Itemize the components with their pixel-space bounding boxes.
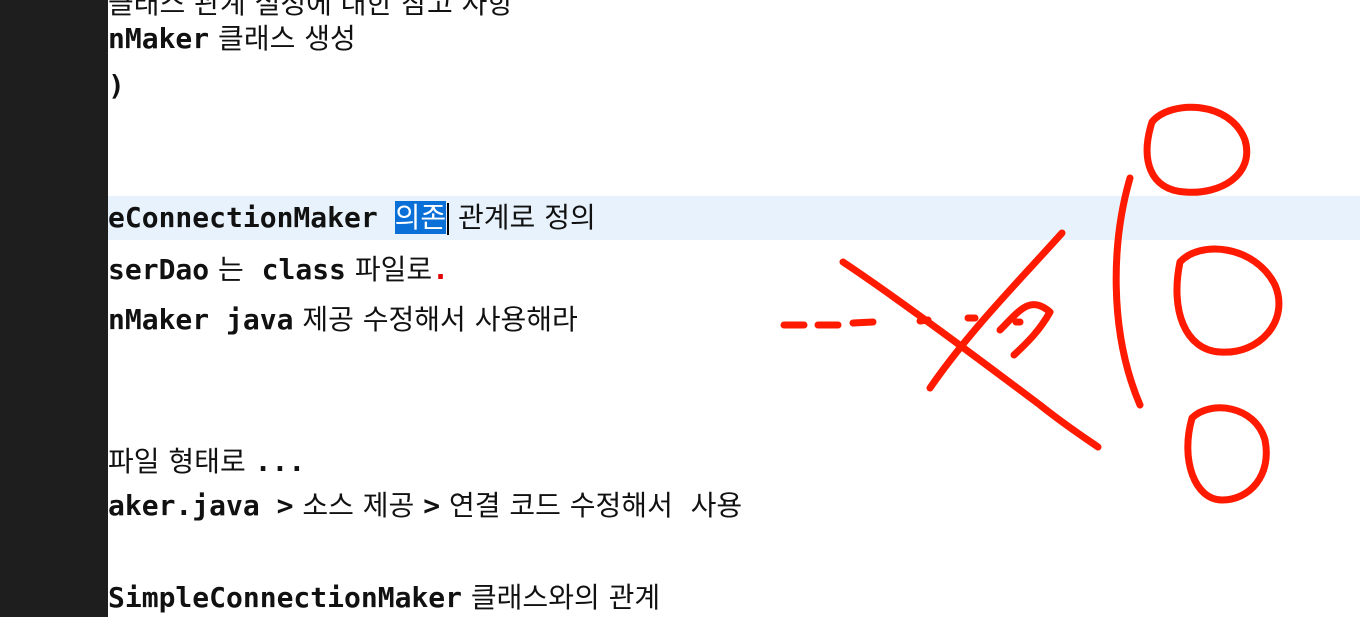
- line-code: ...: [254, 445, 306, 478]
- editor-line[interactable]: aker.java > 소스 제공 > 연결 코드 수정해서 사용: [108, 484, 1360, 528]
- editor-line[interactable]: serDao 는 class 파일로.: [108, 248, 1360, 292]
- line-code: nMaker: [108, 22, 210, 55]
- editor-line[interactable]: nMaker java 제공 수정해서 사용해라: [108, 298, 1360, 342]
- line-text: 파일로: [345, 253, 433, 286]
- selected-text[interactable]: 의존: [394, 201, 447, 234]
- line-code: class: [261, 253, 346, 286]
- line-text: 제공 수정해서 사용해라: [293, 303, 578, 336]
- line-text: 관계로 정의: [449, 201, 596, 234]
- line-code: >: [423, 489, 441, 522]
- editor-line[interactable]: ): [108, 64, 1360, 108]
- editor-line[interactable]: nMaker 클래스 생성: [108, 17, 1360, 61]
- editor-line[interactable]: 파일 형태로 ...: [108, 440, 1360, 484]
- line-text: 연결 코드 수정해서 사용: [440, 489, 743, 522]
- red-dot: .: [432, 253, 449, 286]
- line-text: 클래스와의 관계: [462, 581, 661, 614]
- editor-line[interactable]: SimpleConnectionMaker 클래스와의 관계: [108, 576, 1360, 617]
- line-code: nMaker java: [108, 303, 294, 336]
- line-text: 는: [209, 253, 262, 286]
- line-text: 소스 제공: [293, 489, 424, 522]
- line-code: eConnectionMaker: [108, 201, 378, 234]
- line-code: serDao: [108, 253, 210, 286]
- line-number-gutter: [0, 0, 108, 617]
- editor-line-current[interactable]: eConnectionMaker 의존 관계로 정의: [108, 196, 1360, 240]
- line-text: 클래스 생성: [209, 22, 356, 55]
- line-code: aker.java >: [108, 489, 294, 522]
- text-editor[interactable]: 클래스 관계 설정에 대한 참고 사항 nMaker 클래스 생성 ) eCon…: [108, 0, 1360, 617]
- line-code: SimpleConnectionMaker: [108, 581, 463, 614]
- line-code: ): [108, 69, 125, 102]
- line-text: 파일 형태로: [108, 445, 255, 478]
